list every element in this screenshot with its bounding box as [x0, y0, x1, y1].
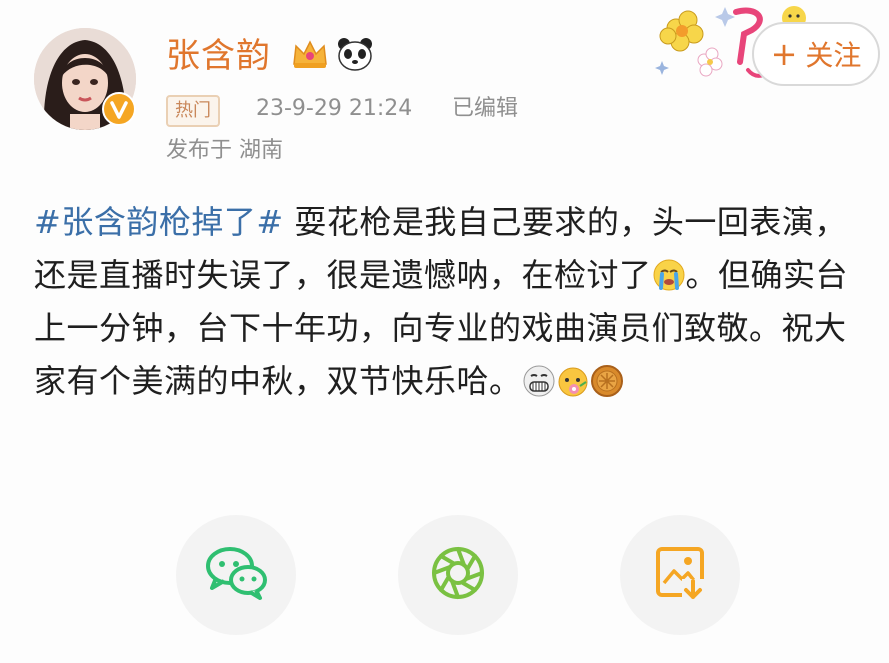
share-moments-button[interactable]: [398, 515, 518, 635]
moments-icon: [428, 543, 488, 607]
crying-emoji-icon: [652, 255, 686, 291]
save-image-icon: [652, 543, 708, 607]
edited-label[interactable]: 已编辑: [452, 94, 518, 124]
verified-badge-icon: [102, 92, 136, 126]
hot-tag: 热门: [166, 95, 220, 127]
grin-emoji-icon: [522, 361, 556, 397]
save-image-button[interactable]: [620, 515, 740, 635]
post-content: #张含韵枪掉了# 耍花枪是我自己要求的，头一回表演，还是直播时失误了，很是遗憾呐…: [34, 196, 870, 408]
wechat-icon: [204, 544, 268, 606]
panda-icon: [336, 36, 374, 72]
follow-button[interactable]: + 关注: [752, 22, 880, 86]
follow-label: 关注: [805, 39, 862, 72]
share-wechat-button[interactable]: [176, 515, 296, 635]
mooncake-emoji-icon: [590, 361, 624, 397]
hashtag-link[interactable]: #张含韵枪掉了#: [34, 203, 284, 241]
post-timestamp: 23-9-29 21:24: [256, 96, 413, 121]
post-location: 发布于 湖南: [166, 138, 283, 163]
user-name[interactable]: 张含韵: [166, 34, 271, 78]
plus-icon: +: [770, 35, 798, 73]
crown-icon: [290, 36, 330, 72]
flower-emoji-icon: [556, 361, 590, 397]
